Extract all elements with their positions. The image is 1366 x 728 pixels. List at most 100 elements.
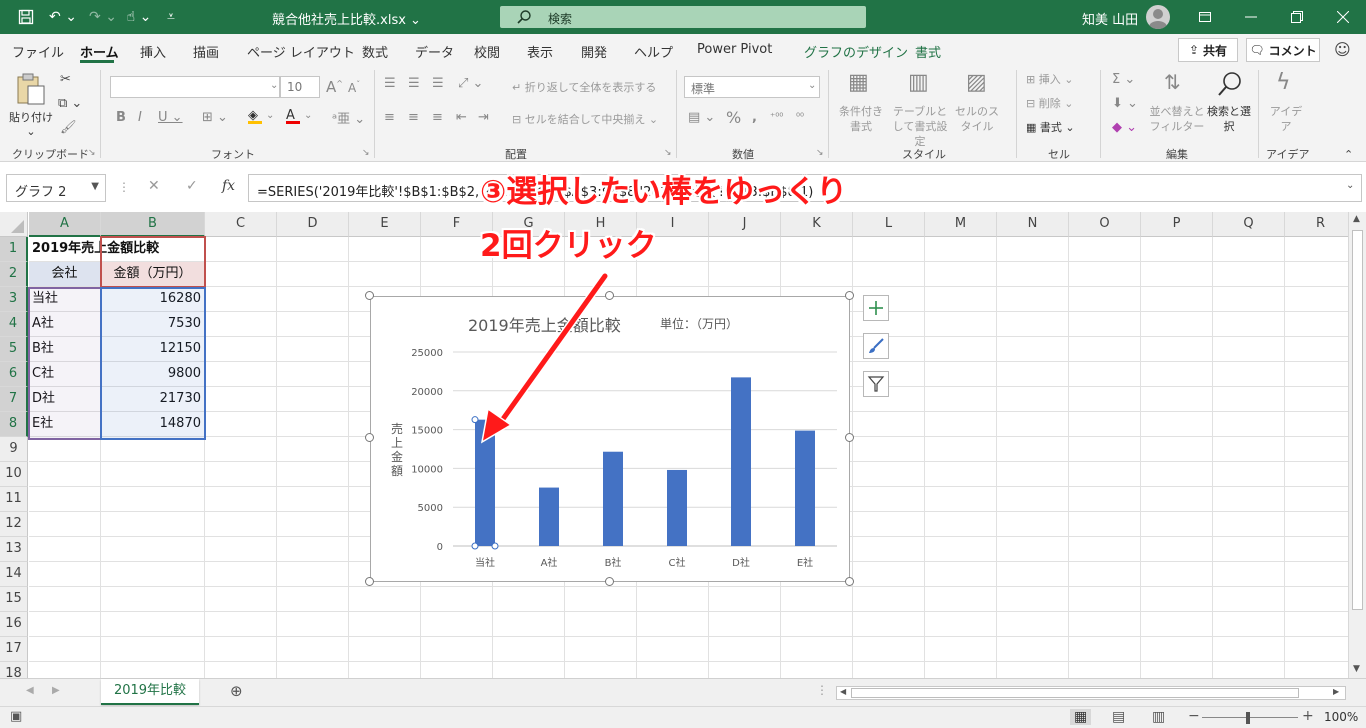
cell-company[interactable]: 当社 — [29, 287, 101, 312]
align-left-icon[interactable]: ≡ — [384, 110, 395, 125]
chart-styles-button[interactable] — [863, 333, 889, 359]
row-header-8[interactable]: 8 — [0, 412, 28, 437]
accounting-format-icon[interactable]: ▤ ⌄ — [688, 110, 715, 125]
document-title[interactable]: 競合他社売上比較.xlsx ⌄ — [272, 9, 421, 28]
sheet-tab[interactable]: 2019年比較 — [101, 679, 199, 705]
cell-amount[interactable]: 21730 — [101, 387, 205, 412]
chart-unit-note[interactable]: 単位：（万円） — [660, 315, 738, 332]
name-box[interactable]: グラフ 2 ▼ — [6, 174, 106, 202]
cell-amount[interactable]: 9800 — [101, 362, 205, 387]
bar-1[interactable] — [539, 487, 559, 546]
wrap-text-button[interactable]: ↵ 折り返して全体を表示する — [512, 80, 656, 95]
scroll-thumb[interactable] — [1352, 230, 1363, 610]
tab-formulas[interactable]: 数式 — [362, 42, 388, 61]
feedback-icon[interactable]: ☺ — [1334, 40, 1351, 59]
y-tick-label[interactable]: 10000 — [411, 464, 443, 475]
tab-review[interactable]: 校閲 — [474, 42, 500, 61]
cell-amount[interactable]: 16280 — [101, 287, 205, 312]
row-header-13[interactable]: 13 — [0, 537, 28, 562]
paste-button[interactable]: 貼り付け ⌄ — [8, 70, 54, 138]
scroll-tabs-right-icon[interactable]: ▶ — [52, 685, 60, 696]
ideas-button[interactable]: ϟ アイデア — [1264, 70, 1308, 140]
cell-amount[interactable]: 12150 — [101, 337, 205, 362]
add-sheet-icon[interactable]: ⊕ — [230, 682, 243, 700]
x-tick-label[interactable]: C社 — [669, 556, 686, 569]
chevron-down-icon[interactable]: ⌄ — [266, 110, 274, 121]
cell-a1[interactable]: 2019年売上金額比較 — [29, 237, 159, 262]
macro-record-icon[interactable]: ▣ — [10, 709, 22, 724]
bar-2[interactable] — [603, 451, 623, 546]
font-size-select[interactable]: 10 — [280, 76, 320, 98]
tab-developer[interactable]: 開発 — [581, 42, 607, 61]
grow-font-icon[interactable]: A^ — [326, 78, 343, 96]
dialog-launcher-icon[interactable]: ↘ — [816, 148, 824, 158]
insert-function-icon[interactable]: fx — [222, 178, 235, 194]
row-header-12[interactable]: 12 — [0, 512, 28, 537]
resize-handle[interactable] — [365, 433, 374, 442]
x-tick-label[interactable]: D社 — [732, 556, 750, 569]
enter-icon[interactable]: ✓ — [186, 178, 198, 194]
undo-icon[interactable]: ↶ ⌄ — [46, 6, 80, 28]
cell-amount[interactable]: 14870 — [101, 412, 205, 437]
y-tick-label[interactable]: 0 — [437, 542, 443, 553]
tab-insert[interactable]: 挿入 — [140, 42, 166, 61]
cut-icon[interactable]: ✂ — [60, 72, 71, 87]
comma-style-icon[interactable]: , — [752, 110, 757, 125]
scroll-tabs-left-icon[interactable]: ◀ — [26, 685, 34, 696]
restore-icon[interactable] — [1282, 6, 1312, 28]
dialog-launcher-icon[interactable]: ↘ — [362, 148, 370, 158]
percent-icon[interactable]: % — [726, 108, 741, 127]
row-header-10[interactable]: 10 — [0, 462, 28, 487]
decrease-indent-icon[interactable]: ⇤ — [456, 110, 467, 125]
format-cells-button[interactable]: ▦ 書式 ⌄ — [1026, 120, 1075, 135]
horizontal-scrollbar[interactable]: ◀ ▶ — [836, 686, 1346, 700]
x-tick-label[interactable]: E社 — [797, 556, 813, 569]
customize-toolbar-icon[interactable]: ⩡ — [162, 6, 180, 28]
row-header-2[interactable]: 2 — [0, 262, 28, 287]
minimize-icon[interactable] — [1236, 6, 1266, 28]
column-header-k[interactable]: K — [781, 212, 853, 237]
resize-handle[interactable] — [845, 577, 854, 586]
row-header-6[interactable]: 6 — [0, 362, 28, 387]
sort-filter-button[interactable]: ⇅ 並べ替えとフィルター — [1148, 70, 1206, 140]
resize-handle[interactable] — [845, 433, 854, 442]
orientation-icon[interactable]: ⤢ ⌄ — [458, 76, 483, 91]
y-tick-label[interactable]: 15000 — [411, 426, 443, 437]
phonetic-icon[interactable]: ᵃ亜 ⌄ — [332, 108, 365, 127]
format-as-table-button[interactable]: ▥ テーブルとして書式設定 — [888, 70, 952, 148]
close-icon[interactable] — [1328, 6, 1358, 28]
number-format-select[interactable]: 標準 — [684, 76, 820, 98]
cell-b2[interactable]: 金額（万円） — [101, 262, 205, 287]
vertical-scrollbar[interactable]: ▲ ▼ — [1348, 212, 1366, 678]
delete-cells-button[interactable]: ⊟ 削除 ⌄ — [1026, 96, 1073, 111]
bar-selection-handle[interactable] — [491, 416, 499, 424]
column-header-e[interactable]: E — [349, 212, 421, 237]
x-tick-label[interactable]: A社 — [541, 556, 558, 569]
dialog-launcher-icon[interactable]: ↘ — [664, 148, 672, 158]
cancel-icon[interactable]: ✕ — [148, 178, 160, 194]
row-header-3[interactable]: 3 — [0, 287, 28, 312]
chart-plot[interactable]: 0 5000 10000 15000 20000 25000 当社 A社 B社 C社 D社 E社 — [371, 297, 849, 581]
bar-chart[interactable]: 0 5000 10000 15000 20000 25000 当社 A社 B社 C社 D社 E社 20… — [370, 296, 850, 582]
cell-company[interactable]: A社 — [29, 312, 101, 337]
ribbon-display-icon[interactable] — [1190, 6, 1220, 28]
font-color-icon[interactable]: A — [286, 108, 300, 124]
zoom-out-icon[interactable]: − — [1188, 708, 1200, 724]
column-header-p[interactable]: P — [1141, 212, 1213, 237]
share-button[interactable]: ⇪ 共有 — [1178, 38, 1238, 62]
row-header-14[interactable]: 14 — [0, 562, 28, 587]
clear-icon[interactable]: ◆ ⌄ — [1112, 120, 1137, 135]
zoom-slider[interactable] — [1202, 717, 1298, 718]
normal-view-icon[interactable]: ▦ — [1070, 709, 1092, 725]
tab-file[interactable]: ファイル — [12, 42, 64, 61]
fill-icon[interactable]: ⬇ ⌄ — [1112, 96, 1138, 111]
y-tick-label[interactable]: 5000 — [418, 503, 443, 514]
user-name[interactable]: 知美 山田 — [1082, 9, 1138, 28]
tab-format[interactable]: 書式 — [915, 42, 941, 61]
scroll-thumb[interactable] — [851, 688, 1299, 698]
tab-split-grip[interactable]: ⋮ — [816, 683, 828, 697]
column-header-o[interactable]: O — [1069, 212, 1141, 237]
chart-filters-button[interactable] — [863, 371, 889, 397]
collapse-ribbon-icon[interactable]: ⌃ — [1344, 148, 1353, 161]
column-header-n[interactable]: N — [997, 212, 1069, 237]
